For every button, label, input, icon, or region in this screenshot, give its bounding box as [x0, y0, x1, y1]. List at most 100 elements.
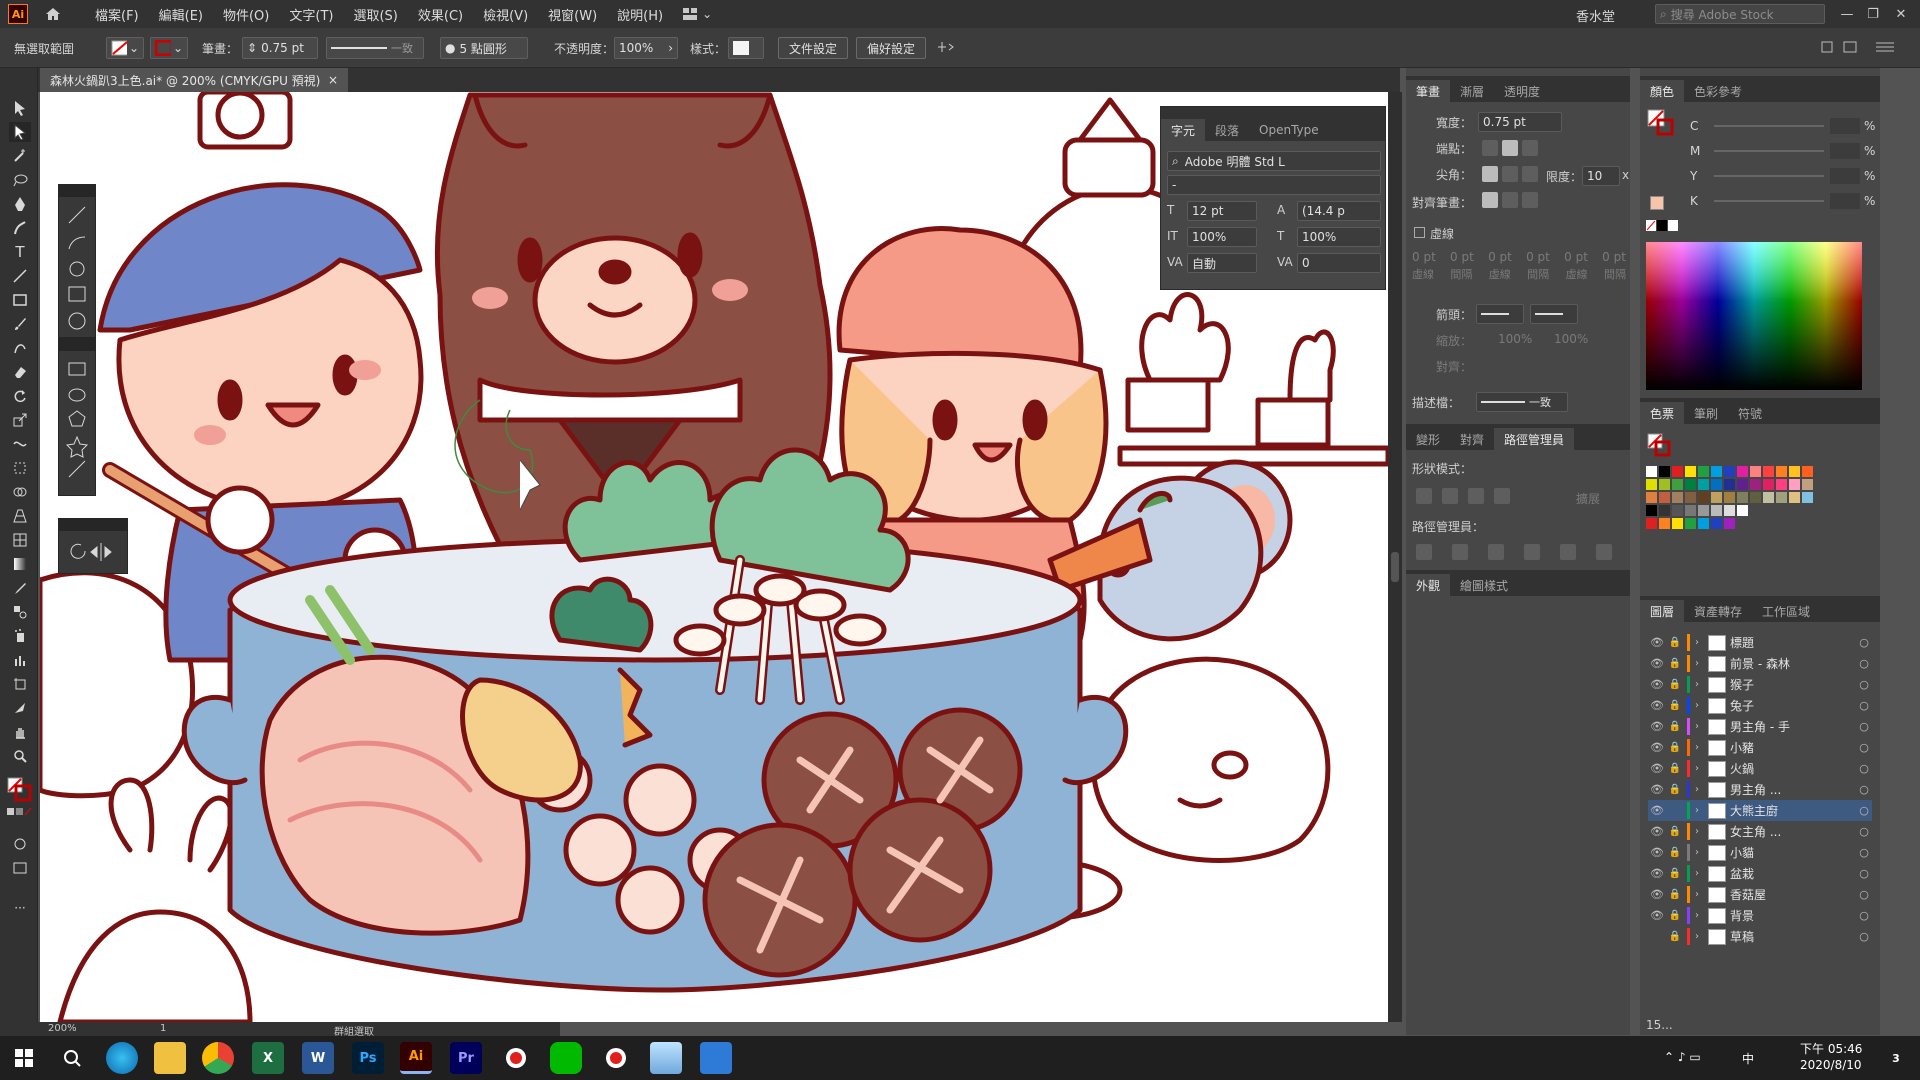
symbol-sprayer-icon[interactable] — [9, 626, 31, 646]
arrange-documents-button[interactable]: ⌄ — [682, 7, 712, 21]
color-swatch[interactable] — [1737, 466, 1748, 477]
excel-icon[interactable]: X — [252, 1042, 284, 1074]
color-swatch[interactable] — [1672, 505, 1683, 516]
layer-name[interactable]: 兔子 — [1730, 697, 1856, 714]
layer-name[interactable]: 女主角 ... — [1730, 823, 1856, 840]
layer-name[interactable]: 香菇屋 — [1730, 886, 1856, 903]
tab-transparency[interactable]: 透明度 — [1494, 80, 1550, 102]
fill-stroke-swap-icon[interactable] — [6, 774, 32, 805]
clock-time[interactable]: 下午 05:46 — [1800, 1040, 1862, 1057]
menu-help[interactable]: 說明(H) — [612, 3, 668, 26]
color-swatch[interactable] — [1776, 466, 1787, 477]
edge-icon[interactable] — [106, 1042, 138, 1074]
layer-row[interactable]: 👁 🔒 › 小貓 ○ — [1648, 842, 1872, 863]
layer-name[interactable]: 猴子 — [1730, 676, 1856, 693]
artboard-number[interactable]: 1 — [160, 1023, 166, 1034]
chrome-icon[interactable] — [202, 1042, 234, 1074]
minimize-button[interactable]: — — [1836, 4, 1858, 24]
preferences-button[interactable]: 偏好設定 — [856, 37, 926, 59]
layer-row[interactable]: 👁 🔒 › 火鍋 ○ — [1648, 758, 1872, 779]
eye-icon[interactable]: 👁 — [1648, 867, 1666, 880]
projecting-cap-icon[interactable] — [1522, 140, 1538, 156]
swatches-fill-stroke[interactable] — [1646, 432, 1672, 461]
color-swatch[interactable] — [1802, 466, 1813, 477]
color-swatch[interactable] — [1724, 518, 1735, 529]
trim-icon[interactable] — [1452, 544, 1468, 560]
pen-tool-icon[interactable] — [9, 194, 31, 214]
vertical-scrollbar[interactable] — [1388, 92, 1402, 1022]
color-swatch[interactable] — [1659, 518, 1670, 529]
lock-icon[interactable]: 🔒 — [1666, 721, 1684, 732]
layer-row[interactable]: 👁 › 大熊主廚 ○ — [1648, 800, 1872, 821]
free-transform-icon[interactable] — [9, 458, 31, 478]
align-center-icon[interactable] — [1482, 192, 1498, 208]
scale-tool-icon[interactable] — [9, 410, 31, 430]
lock-icon[interactable]: 🔒 — [1666, 868, 1684, 879]
font-size-field[interactable]: 12 pt — [1187, 201, 1257, 221]
color-swatch[interactable] — [1724, 466, 1735, 477]
lock-icon[interactable]: 🔒 — [1666, 658, 1684, 669]
lock-icon[interactable]: 🔒 — [1666, 679, 1684, 690]
target-icon[interactable]: ○ — [1856, 888, 1872, 901]
eye-icon[interactable]: 👁 — [1648, 888, 1666, 901]
layer-row[interactable]: 👁 🔒 › 女主角 ... ○ — [1648, 821, 1872, 842]
color-swatch[interactable] — [1698, 492, 1709, 503]
eye-icon[interactable]: 👁 — [1648, 909, 1666, 922]
color-swatch[interactable] — [1737, 479, 1748, 490]
hand-tool-icon[interactable] — [9, 722, 31, 742]
lock-icon[interactable]: 🔒 — [1666, 931, 1684, 942]
menu-object[interactable]: 物件(O) — [218, 3, 274, 26]
color-swatch[interactable] — [1685, 505, 1696, 516]
color-swatch[interactable] — [1711, 492, 1722, 503]
tab-swatches[interactable]: 色票 — [1640, 402, 1685, 424]
word-icon[interactable]: W — [302, 1042, 334, 1074]
shaper-tool-icon[interactable] — [9, 338, 31, 358]
photoshop-icon[interactable]: Ps — [352, 1042, 384, 1074]
color-swatch[interactable] — [1659, 479, 1670, 490]
tab-gradient[interactable]: 漸層 — [1450, 80, 1494, 102]
shape-builder-icon[interactable] — [9, 482, 31, 502]
layer-row[interactable]: 👁 🔒 › 標題 ○ — [1648, 632, 1872, 653]
expand-arrow-icon[interactable]: › — [1690, 805, 1704, 816]
lock-icon[interactable]: 🔒 — [1666, 910, 1684, 921]
rotate-tool-icon[interactable] — [9, 386, 31, 406]
variable-width-profile[interactable]: 一致 — [326, 37, 424, 59]
expand-button[interactable]: 擴展 — [1576, 490, 1600, 507]
exclude-icon[interactable] — [1494, 488, 1510, 504]
yellow-input[interactable] — [1830, 167, 1860, 184]
tab-align[interactable]: 對齊 — [1450, 428, 1494, 450]
eye-icon[interactable]: 👁 — [1648, 636, 1666, 649]
layer-name[interactable]: 草稿 — [1730, 928, 1856, 945]
layer-name[interactable]: 前景 - 森林 — [1730, 655, 1856, 672]
color-spectrum[interactable] — [1646, 242, 1862, 390]
zoom-level[interactable]: 200% — [48, 1023, 77, 1034]
color-swatch[interactable] — [1763, 492, 1774, 503]
horizontal-scale-field[interactable]: 100% — [1297, 227, 1381, 247]
stroke-weight-field[interactable]: ⇕ 0.75 pt — [242, 37, 318, 59]
color-swatch[interactable] — [1789, 466, 1800, 477]
color-swatch[interactable] — [1802, 479, 1813, 490]
color-swatch[interactable] — [1711, 518, 1722, 529]
layer-row[interactable]: 👁 🔒 › 香菇屋 ○ — [1648, 884, 1872, 905]
expand-arrow-icon[interactable]: › — [1690, 826, 1704, 837]
color-swatch[interactable] — [1672, 518, 1683, 529]
target-icon[interactable]: ○ — [1856, 720, 1872, 733]
stroke-weight-input[interactable]: 0.75 pt — [1478, 112, 1562, 132]
layer-name[interactable]: 小豬 — [1730, 739, 1856, 756]
color-swatch[interactable] — [1789, 492, 1800, 503]
color-swatch[interactable] — [1750, 492, 1761, 503]
menu-window[interactable]: 視窗(W) — [543, 3, 602, 26]
magic-wand-icon[interactable] — [9, 146, 31, 166]
lock-icon[interactable]: 🔒 — [1666, 784, 1684, 795]
bevel-join-icon[interactable] — [1522, 166, 1538, 182]
layer-row[interactable]: 👁 🔒 › 小豬 ○ — [1648, 737, 1872, 758]
target-icon[interactable]: ○ — [1856, 699, 1872, 712]
home-icon[interactable] — [44, 5, 62, 23]
color-swatch[interactable] — [1711, 479, 1722, 490]
layer-row[interactable]: 👁 🔒 › 背景 ○ — [1648, 905, 1872, 926]
tray-icons[interactable]: ⌃ ♪ ▭ — [1664, 1050, 1701, 1064]
expand-arrow-icon[interactable]: › — [1690, 784, 1704, 795]
color-swatch[interactable] — [1698, 505, 1709, 516]
direct-selection-tool-icon[interactable] — [9, 122, 31, 142]
color-swatch[interactable] — [1711, 466, 1722, 477]
